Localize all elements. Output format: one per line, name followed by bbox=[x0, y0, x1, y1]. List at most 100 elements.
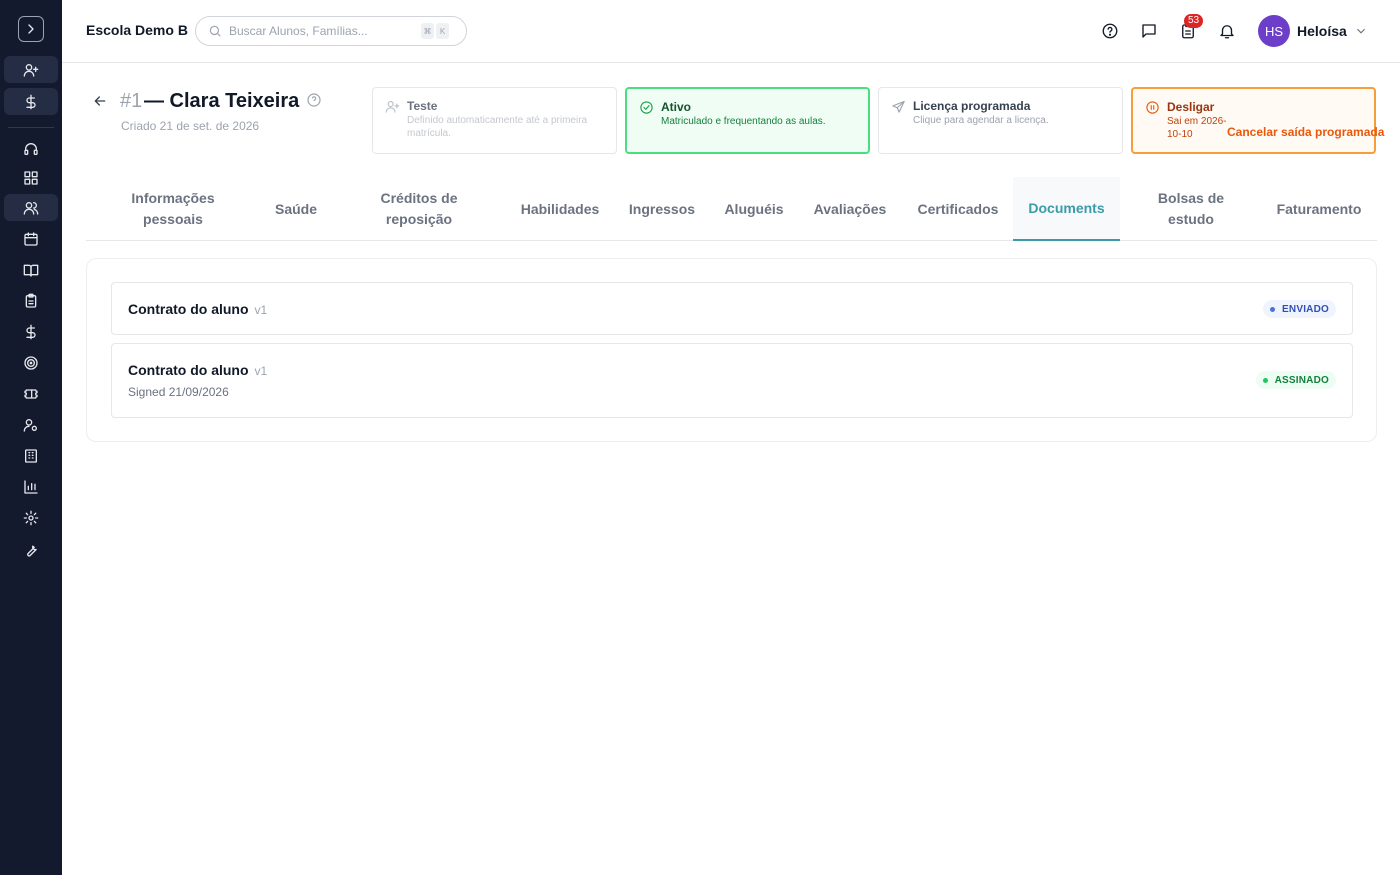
message-square-icon bbox=[1142, 24, 1156, 38]
tasks-count-badge: 53 bbox=[1184, 14, 1204, 28]
document-row[interactable]: Contrato do aluno v1 ENVIADO bbox=[111, 282, 1353, 335]
headset-icon bbox=[24, 142, 38, 155]
user-menu-toggle[interactable] bbox=[1354, 24, 1368, 43]
chevron-down-icon bbox=[1357, 28, 1365, 34]
student-help-button[interactable] bbox=[306, 92, 322, 113]
sidebar-item-students[interactable] bbox=[4, 194, 58, 221]
status-badge-label: ASSINADO bbox=[1274, 374, 1329, 386]
check-circle-icon bbox=[639, 100, 654, 120]
notifications-button[interactable] bbox=[1216, 20, 1238, 42]
help-button[interactable] bbox=[1099, 20, 1121, 42]
search-input[interactable] bbox=[229, 24, 419, 38]
tab-documents[interactable]: Documents bbox=[1013, 177, 1120, 241]
status-title: Teste bbox=[407, 99, 438, 113]
clipboard-icon bbox=[25, 293, 37, 308]
tab-personal-info[interactable]: Informações pessoais bbox=[116, 177, 230, 241]
document-name: Contrato do aluno bbox=[128, 301, 249, 317]
tab-health[interactable]: Saúde bbox=[258, 177, 334, 241]
status-description: Definido automaticamente até a primeira … bbox=[407, 115, 588, 139]
status-description: Matriculado e frequentando as aulas. bbox=[661, 116, 826, 127]
sidebar-item-settings[interactable] bbox=[4, 504, 58, 531]
status-description: Sai em 2026-10-10 bbox=[1167, 116, 1227, 140]
avatar[interactable]: HS bbox=[1258, 15, 1290, 47]
document-title: Contrato do aluno v1 bbox=[128, 301, 267, 317]
sidebar-expand-button[interactable] bbox=[18, 16, 44, 42]
user-name[interactable]: Heloísa bbox=[1297, 23, 1347, 39]
tab-tickets[interactable]: Ingressos bbox=[622, 177, 702, 241]
sidebar-item-tools[interactable] bbox=[4, 536, 58, 563]
document-version: v1 bbox=[254, 303, 268, 317]
bar-chart-icon bbox=[24, 479, 38, 494]
sidebar-item-reports[interactable] bbox=[4, 473, 58, 500]
status-badge: ENVIADO bbox=[1263, 300, 1336, 318]
sidebar-item-staff[interactable] bbox=[4, 411, 58, 438]
status-title: Ativo bbox=[661, 100, 691, 114]
dollar-icon bbox=[26, 324, 36, 339]
plane-icon bbox=[891, 99, 906, 119]
tab-certificates[interactable]: Certificados bbox=[908, 177, 1008, 241]
sidebar-item-support[interactable] bbox=[4, 135, 58, 162]
sidebar bbox=[0, 0, 62, 875]
status-title: Licença programada bbox=[913, 99, 1031, 113]
documents-panel: Contrato do aluno v1 ENVIADO Contrato do … bbox=[86, 258, 1377, 442]
school-name: Escola Demo B bbox=[86, 22, 188, 38]
building-icon bbox=[25, 448, 37, 463]
tab-skills[interactable]: Habilidades bbox=[506, 177, 614, 241]
status-card-licenca[interactable]: Licença programada Clique para agendar a… bbox=[878, 87, 1123, 154]
sidebar-item-facilities[interactable] bbox=[4, 442, 58, 469]
tab-scholarships[interactable]: Bolsas de estudo bbox=[1146, 177, 1236, 241]
sidebar-item-goals[interactable] bbox=[4, 349, 58, 376]
status-dot bbox=[1262, 377, 1268, 383]
status-card-ativo[interactable]: Ativo Matriculado e frequentando as aula… bbox=[625, 87, 870, 154]
search-box[interactable]: ⌘ K bbox=[195, 16, 467, 46]
sidebar-item-dashboard[interactable] bbox=[4, 164, 58, 191]
target-icon bbox=[24, 355, 38, 370]
sidebar-item-attendance[interactable] bbox=[4, 287, 58, 314]
status-card-teste[interactable]: Teste Definido automaticamente até a pri… bbox=[372, 87, 617, 154]
help-circle-icon bbox=[1102, 23, 1118, 39]
chevron-right-icon bbox=[28, 24, 34, 34]
sidebar-item-calendar[interactable] bbox=[4, 225, 58, 252]
status-badge: ASSINADO bbox=[1255, 371, 1336, 389]
top-bar: Escola Demo B ⌘ K 53 HS Heloísa bbox=[62, 0, 1400, 63]
sidebar-item-courses[interactable] bbox=[4, 256, 58, 283]
sidebar-item-tickets[interactable] bbox=[4, 380, 58, 407]
calendar-icon bbox=[24, 231, 38, 246]
student-id: #1 bbox=[120, 90, 143, 112]
document-version: v1 bbox=[254, 364, 268, 378]
document-title: Contrato do aluno v1 bbox=[128, 362, 267, 378]
help-circle-icon bbox=[307, 93, 321, 107]
tab-rentals[interactable]: Aluguéis bbox=[716, 177, 792, 241]
messages-button[interactable] bbox=[1138, 20, 1160, 42]
tab-evaluations[interactable]: Avaliações bbox=[804, 177, 896, 241]
user-cog-icon bbox=[23, 418, 37, 432]
dollar-icon bbox=[26, 94, 36, 109]
cancel-scheduled-exit-link[interactable]: Cancelar saída programada bbox=[1227, 125, 1384, 139]
sidebar-item-finance-top[interactable] bbox=[4, 88, 58, 115]
bell-icon bbox=[1220, 25, 1234, 39]
user-plus-icon bbox=[385, 99, 400, 119]
sidebar-divider bbox=[8, 127, 54, 128]
status-dot bbox=[1270, 306, 1276, 312]
shortcut-key: ⌘ bbox=[421, 23, 434, 39]
created-date: Criado 21 de set. de 2026 bbox=[121, 119, 260, 133]
status-description: Clique para agendar a licença. bbox=[913, 115, 1049, 126]
sidebar-item-user-plus[interactable] bbox=[4, 56, 58, 83]
wrench-icon bbox=[27, 545, 37, 557]
status-card-desligar[interactable]: Desligar Sai em 2026-10-10 Cancelar saíd… bbox=[1131, 87, 1384, 154]
back-button[interactable] bbox=[92, 93, 110, 111]
shortcut-key: K bbox=[436, 23, 449, 39]
ticket-icon bbox=[24, 388, 38, 399]
tab-billing[interactable]: Faturamento bbox=[1269, 177, 1369, 241]
status-badge-label: ENVIADO bbox=[1282, 303, 1329, 315]
status-title: Desligar bbox=[1167, 100, 1215, 114]
tab-makeup-credits[interactable]: Créditos de reposição bbox=[362, 177, 476, 241]
student-name: — Clara Teixeira bbox=[144, 90, 300, 112]
sidebar-item-finance[interactable] bbox=[4, 318, 58, 345]
pause-circle-icon bbox=[1145, 100, 1160, 120]
document-signed-date: Signed 21/09/2026 bbox=[128, 385, 229, 399]
document-name: Contrato do aluno bbox=[128, 362, 249, 378]
gear-icon bbox=[23, 510, 39, 525]
search-icon bbox=[209, 25, 221, 37]
document-row[interactable]: Contrato do aluno v1 Signed 21/09/2026 AS… bbox=[111, 343, 1353, 418]
